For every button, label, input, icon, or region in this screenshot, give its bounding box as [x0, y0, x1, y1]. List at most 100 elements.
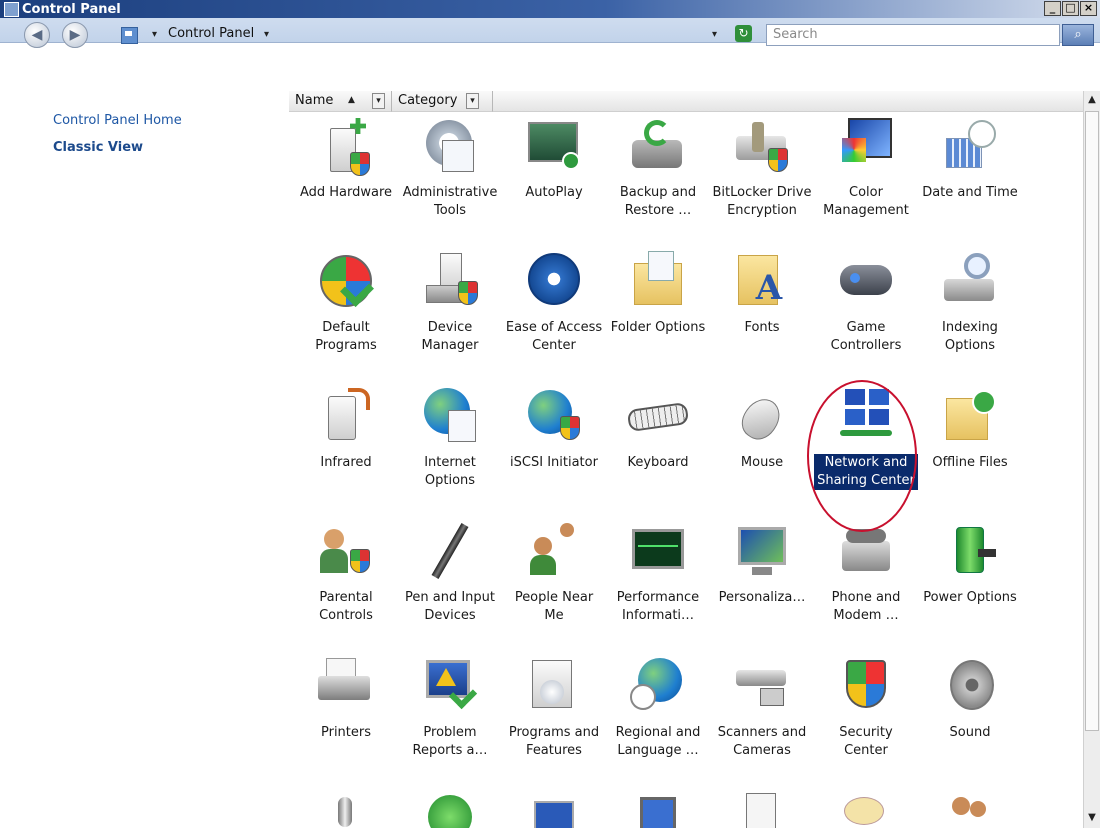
item-label: Indexing Options	[942, 320, 998, 353]
iscsi-icon	[522, 384, 586, 448]
item-backup-and-restore[interactable]: Backup and Restore …	[606, 114, 710, 220]
minimize-button[interactable]: _	[1044, 1, 1061, 16]
keyboard-icon	[626, 384, 690, 448]
search-button[interactable]: ⌕	[1062, 24, 1094, 46]
item-color-management[interactable]: Color Management	[814, 114, 918, 220]
item-mouse[interactable]: Mouse	[710, 384, 814, 472]
category-filter-dropdown[interactable]: ▾	[466, 93, 479, 109]
scroll-down-arrow[interactable]: ▼	[1084, 811, 1100, 825]
network-icon	[834, 384, 898, 448]
classic-view-link[interactable]: Classic View	[53, 140, 143, 155]
item-scanners-and-cameras[interactable]: Scanners and Cameras	[710, 654, 814, 760]
item-personaliza[interactable]: Personaliza…	[710, 519, 814, 607]
control-panel-window: Control Panel _ □ × ◀ ▶ ▾ Control Panel …	[0, 0, 1100, 828]
scroll-thumb[interactable]	[1085, 111, 1099, 731]
item-date-and-time[interactable]: Date and Time	[918, 114, 1022, 202]
folder-options-icon	[626, 249, 690, 313]
item-default-programs[interactable]: Default Programs	[294, 249, 398, 355]
item-partial[interactable]	[398, 787, 502, 828]
regional-icon	[626, 654, 690, 718]
item-infrared[interactable]: Infrared	[294, 384, 398, 472]
close-button[interactable]: ×	[1080, 1, 1097, 16]
item-label: Pen and Input Devices	[405, 590, 495, 623]
device-manager-icon	[418, 249, 482, 313]
item-label: People Near Me	[514, 590, 594, 623]
item-device-manager[interactable]: Device Manager	[398, 249, 502, 355]
item-network-and-sharing-center[interactable]: Network and Sharing Center	[814, 384, 918, 490]
item-power-options[interactable]: Power Options	[918, 519, 1022, 607]
maximize-button[interactable]: □	[1062, 1, 1079, 16]
microphone-icon	[314, 787, 378, 828]
item-parental-controls[interactable]: Parental Controls	[294, 519, 398, 625]
item-security-center[interactable]: Security Center	[814, 654, 918, 760]
infrared-icon	[314, 384, 378, 448]
item-regional-and-language[interactable]: Regional and Language …	[606, 654, 710, 760]
item-pen-and-input-devices[interactable]: Pen and Input Devices	[398, 519, 502, 625]
item-label: Power Options	[923, 590, 1017, 605]
internet-options-icon	[418, 384, 482, 448]
address-history-arrow[interactable]: ▾	[712, 29, 717, 40]
item-add-hardware[interactable]: Add Hardware	[294, 114, 398, 202]
item-performance-informati[interactable]: Performance Informati…	[606, 519, 710, 625]
item-partial[interactable]	[710, 787, 814, 828]
item-label: Problem Reports a…	[412, 725, 488, 758]
item-partial[interactable]	[606, 787, 710, 828]
vertical-scrollbar[interactable]: ▲ ▼	[1083, 91, 1100, 828]
back-button[interactable]: ◀	[24, 22, 50, 48]
item-people-near-me[interactable]: People Near Me	[502, 519, 606, 625]
item-label: Administrative Tools	[402, 185, 498, 218]
item-problem-reports-a[interactable]: Problem Reports a…	[398, 654, 502, 760]
name-filter-dropdown[interactable]: ▾	[372, 93, 385, 109]
phone-icon	[834, 519, 898, 583]
scroll-up-arrow[interactable]: ▲	[1084, 93, 1100, 107]
left-task-pane: Control Panel Home Classic View	[0, 91, 289, 828]
crumb-root-arrow[interactable]: ▾	[152, 29, 157, 40]
breadcrumb-control-panel[interactable]: Control Panel	[168, 26, 254, 41]
search-input[interactable]: Search	[766, 24, 1060, 46]
item-printers[interactable]: Printers	[294, 654, 398, 742]
item-partial[interactable]	[918, 787, 1022, 828]
control-panel-icon	[4, 2, 19, 17]
header-fill	[493, 91, 1083, 112]
item-partial[interactable]	[294, 787, 398, 828]
control-panel-home-link[interactable]: Control Panel Home	[53, 113, 182, 128]
item-label: Performance Informati…	[616, 590, 700, 623]
item-fonts[interactable]: A Fonts	[710, 249, 814, 337]
bitlocker-icon	[730, 114, 794, 178]
item-label: Sound	[949, 725, 991, 740]
item-label: BitLocker Drive Encryption	[712, 185, 812, 218]
refresh-icon[interactable]: ↻	[735, 25, 752, 42]
item-partial[interactable]	[814, 787, 918, 828]
forward-button[interactable]: ▶	[62, 22, 88, 48]
item-programs-and-features[interactable]: Programs and Features	[502, 654, 606, 760]
title-strip	[0, 0, 1100, 18]
gamepad-icon	[834, 249, 898, 313]
item-label: Infrared	[320, 455, 372, 470]
item-partial[interactable]	[502, 787, 606, 828]
item-administrative-tools[interactable]: Administrative Tools	[398, 114, 502, 220]
item-label: Ease of Access Center	[505, 320, 603, 353]
item-autoplay[interactable]: AutoPlay	[502, 114, 606, 202]
backup-icon	[626, 114, 690, 178]
item-folder-options[interactable]: Folder Options	[606, 249, 710, 337]
item-iscsi-initiator[interactable]: iSCSI Initiator	[502, 384, 606, 472]
clock-icon	[938, 114, 1002, 178]
item-phone-and-modem[interactable]: Phone and Modem …	[814, 519, 918, 625]
item-keyboard[interactable]: Keyboard	[606, 384, 710, 472]
item-internet-options[interactable]: Internet Options	[398, 384, 502, 490]
item-label: Backup and Restore …	[619, 185, 697, 218]
users-icon	[938, 787, 1002, 828]
crumb-dropdown-arrow[interactable]: ▾	[264, 29, 269, 40]
tasks-icon	[522, 787, 586, 828]
performance-icon	[626, 519, 690, 583]
fonts-icon: A	[730, 249, 794, 313]
item-game-controllers[interactable]: Game Controllers	[814, 249, 918, 355]
item-label: Fonts	[744, 320, 780, 335]
item-bitlocker-drive-encryption[interactable]: BitLocker Drive Encryption	[710, 114, 814, 220]
item-label: Keyboard	[627, 455, 689, 470]
mouse-icon	[730, 384, 794, 448]
item-ease-of-access-center[interactable]: Ease of Access Center	[502, 249, 606, 355]
item-offline-files[interactable]: Offline Files	[918, 384, 1022, 472]
item-sound[interactable]: Sound	[918, 654, 1022, 742]
item-indexing-options[interactable]: Indexing Options	[918, 249, 1022, 355]
